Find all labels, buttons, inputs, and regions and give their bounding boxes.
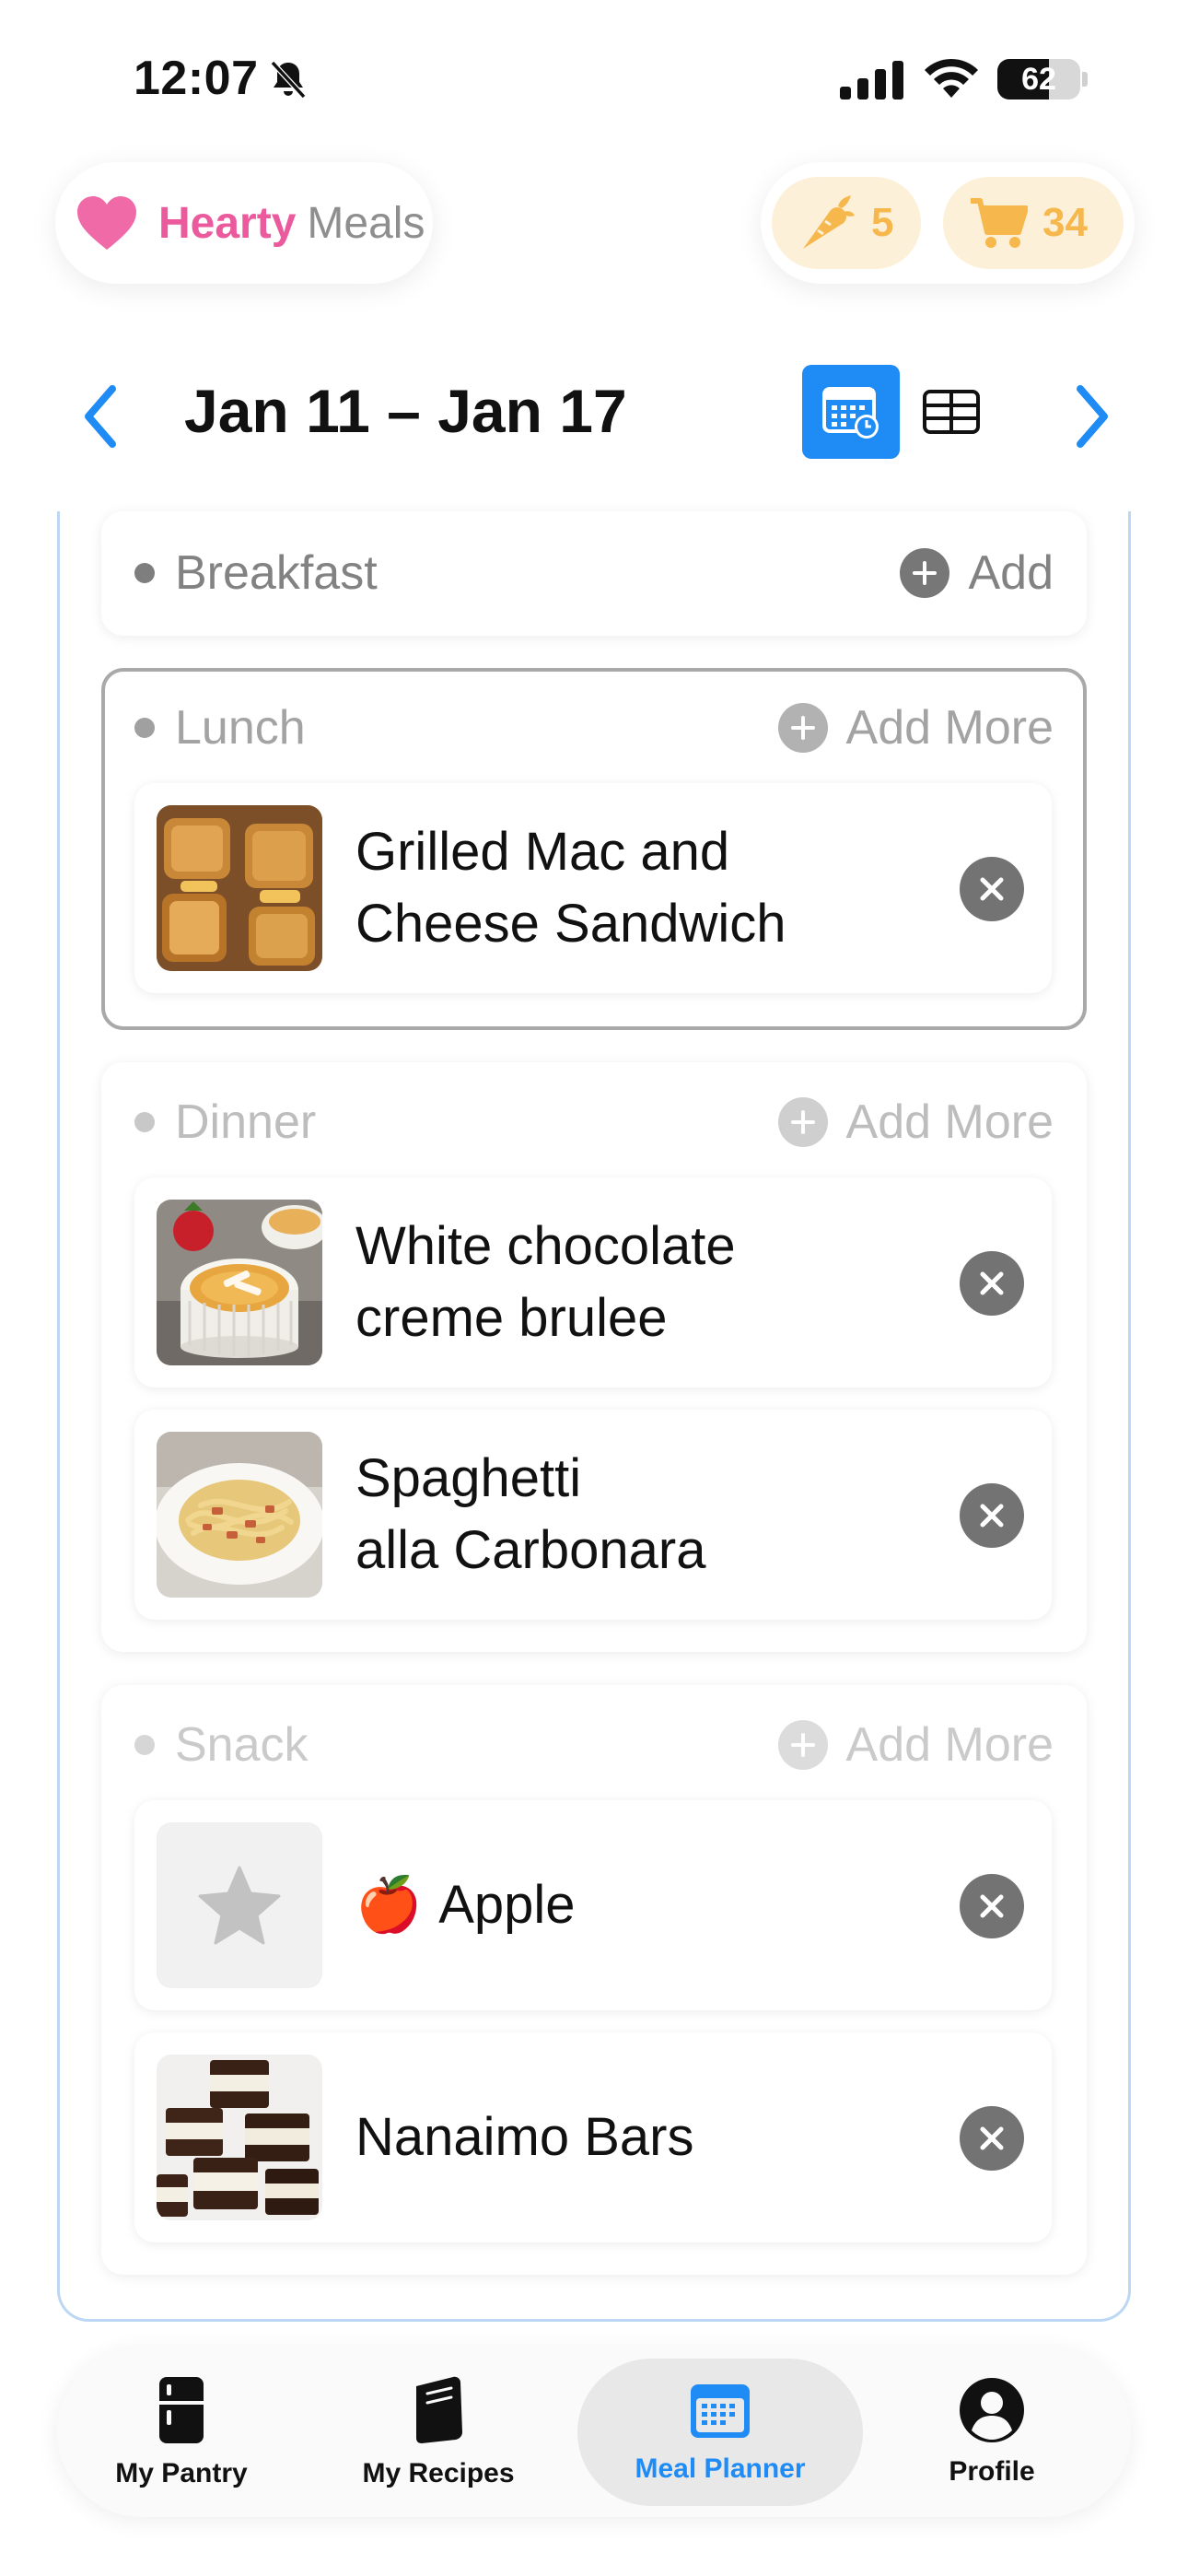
add-label: Add More [845,1095,1054,1149]
cellular-signal-icon [840,61,903,100]
shopping-cart-icon [971,198,1028,248]
close-icon [980,1504,1004,1528]
tab-my-recipes[interactable]: My Recipes [330,2348,547,2517]
pantry-count: 5 [871,200,894,245]
table-view-toggle[interactable] [921,382,982,441]
calendar-view-toggle[interactable] [802,365,900,459]
counters-group: 5 34 [761,162,1135,284]
person-icon [960,2378,1024,2442]
tab-profile[interactable]: Profile [886,2348,1098,2517]
tab-label: My Recipes [362,2458,515,2488]
apple-emoji-icon: 🍎 [355,1875,423,1935]
star-icon [198,1866,281,1945]
meal-title: Breakfast [175,546,378,600]
add-label: Add More [845,1718,1054,1772]
remove-recipe-button[interactable] [960,1483,1024,1548]
add-more-snack-button[interactable]: Add More [777,1717,1054,1773]
bell-slash-icon [270,60,307,100]
status-bar: 12:07 62 [0,0,1188,157]
tab-my-pantry[interactable]: My Pantry [76,2348,287,2517]
recipe-name-row: 🍎 Apple [355,1800,908,2010]
meal-section-lunch: Lunch Add More Grilled Mac and Cheese Sa… [101,668,1087,1030]
recipe-item[interactable]: White chocolate creme brulee [134,1177,1052,1388]
tab-meal-planner[interactable]: Meal Planner [577,2359,863,2506]
close-icon [980,877,1004,901]
close-icon [980,1894,1004,1918]
recipe-thumbnail-grilled-sandwich [157,805,322,971]
wifi-icon [925,58,978,98]
meal-section-breakfast: Breakfast Add [101,511,1087,636]
recipe-thumbnail-nanaimo-bars [157,2055,322,2220]
remove-recipe-button[interactable] [960,2106,1024,2171]
add-breakfast-button[interactable]: Add [900,545,1054,601]
meal-dot [134,718,155,738]
recipe-item[interactable]: Grilled Mac and Cheese Sandwich [134,783,1052,993]
calendar-icon [691,2384,750,2438]
close-icon [980,2126,1004,2150]
recipe-name: Apple [438,1875,576,1935]
close-icon [980,1271,1004,1295]
placeholder-thumbnail [157,1822,322,1988]
cart-counter-button[interactable]: 34 [943,177,1124,269]
brand-name-hearty: Hearty [158,198,297,248]
heart-icon [77,196,136,250]
recipe-name: Nanaimo Bars [355,2107,694,2167]
recipe-item[interactable]: Nanaimo Bars [134,2032,1052,2242]
fridge-icon [159,2377,204,2443]
previous-week-button[interactable] [74,380,129,453]
tab-label: My Pantry [115,2458,248,2488]
carrot-icon [803,195,855,249]
recipe-thumbnail-creme-brulee [157,1200,322,1365]
recipe-name: Grilled Mac and Cheese Sandwich [355,822,786,954]
next-week-button[interactable] [1064,380,1119,453]
recipe-book-icon [416,2376,462,2443]
recipe-thumbnail-carbonara [157,1432,322,1598]
recipe-item[interactable]: Spaghetti alla Carbonara [134,1410,1052,1620]
add-label: Add [968,546,1054,600]
week-range-title: Jan 11 – Jan 17 [184,377,627,445]
recipe-name: Spaghetti alla Carbonara [355,1448,706,1580]
meal-title: Lunch [175,701,306,755]
recipe-item[interactable]: 🍎 Apple [134,1800,1052,2010]
tab-bar: My Pantry My Recipes Meal Planner Profil… [57,2348,1131,2517]
remove-recipe-button[interactable] [960,1251,1024,1316]
status-time: 12:07 [134,52,259,105]
meal-section-dinner: Dinner Add More White chocolate creme br… [101,1062,1087,1652]
meal-dot [134,563,155,583]
add-label: Add More [845,701,1054,755]
calendar-clock-icon [822,387,879,439]
plus-circle-icon [777,1720,828,1770]
pantry-counter-button[interactable]: 5 [772,177,921,269]
battery-indicator: 62 [997,59,1080,100]
plus-circle-icon [777,1097,828,1147]
remove-recipe-button[interactable] [960,1874,1024,1938]
battery-tip [1082,72,1088,87]
recipe-name: White chocolate creme brulee [355,1216,736,1348]
remove-recipe-button[interactable] [960,857,1024,921]
brand-logo: Hearty Meals [55,162,433,284]
tab-label: Meal Planner [635,2453,806,2484]
cart-count: 34 [1042,200,1088,245]
meal-dot [134,1112,155,1132]
brand-name-meals: Meals [307,198,425,248]
tab-label: Profile [949,2456,1035,2487]
plus-circle-icon [777,703,828,753]
add-more-dinner-button[interactable]: Add More [777,1095,1054,1150]
meal-dot [134,1735,155,1755]
meal-title: Dinner [175,1095,317,1149]
add-more-lunch-button[interactable]: Add More [777,700,1054,755]
meal-section-snack: Snack Add More 🍎 Apple Nanaimo Bars [101,1685,1087,2275]
meal-title: Snack [175,1718,309,1772]
plus-circle-icon [900,548,950,598]
battery-percent: 62 [1021,62,1056,97]
